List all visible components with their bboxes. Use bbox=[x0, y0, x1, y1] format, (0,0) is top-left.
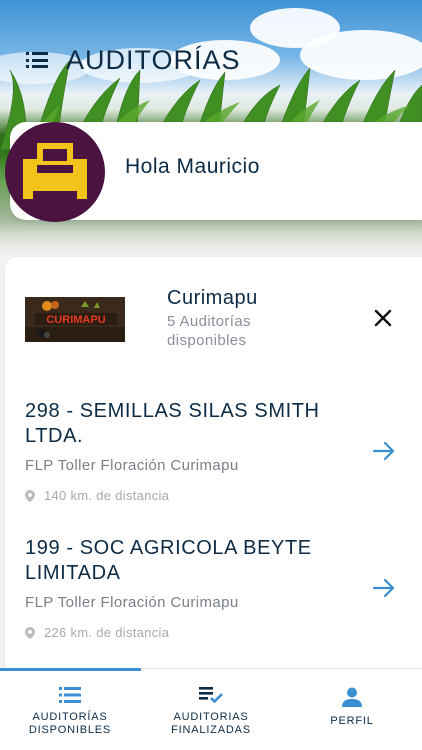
person-icon bbox=[342, 687, 362, 707]
menu-list-icon[interactable] bbox=[26, 52, 48, 68]
arrow-right-icon[interactable] bbox=[372, 441, 396, 461]
available-count: 5 Auditorías disponibles bbox=[167, 313, 252, 349]
page-title: AUDITORÍAS bbox=[66, 44, 241, 75]
company-logo: CURIMAPU bbox=[25, 297, 125, 342]
audit-description: FLP Toller Floración Curimapu bbox=[25, 594, 239, 611]
audit-distance: 226 km. de distancia bbox=[25, 625, 405, 640]
company-name: Curimapu bbox=[167, 287, 258, 309]
close-button[interactable] bbox=[372, 307, 394, 329]
top-bar: AUDITORÍAS bbox=[0, 38, 422, 82]
distance-text: 140 km. de distancia bbox=[44, 488, 170, 503]
tab-label: AUDITORÍAS DISPONIBLES bbox=[28, 711, 112, 736]
audit-distance: 140 km. de distancia bbox=[25, 488, 405, 503]
avatar[interactable] bbox=[5, 122, 105, 222]
tab-auditorias-disponibles[interactable]: AUDITORÍAS DISPONIBLES bbox=[0, 687, 140, 737]
app-screen: AUDITORÍAS Hola Mauricio CURIMAPU Curima… bbox=[0, 0, 422, 750]
list-icon bbox=[59, 687, 81, 703]
tab-label: AUDITORIAS FINALIZADAS bbox=[171, 711, 251, 736]
sofa-icon bbox=[23, 143, 87, 199]
tab-label: PERFIL bbox=[330, 715, 374, 727]
location-pin-icon bbox=[25, 626, 35, 639]
greeting-text: Hola Mauricio bbox=[125, 155, 260, 178]
location-pin-icon bbox=[25, 489, 35, 502]
audit-title: 298 - SEMILLAS SILAS SMITH LTDA. bbox=[25, 400, 320, 447]
arrow-right-icon[interactable] bbox=[372, 578, 396, 598]
audit-list-item[interactable]: 199 - SOC AGRICOLA BEYTE LIMITADA FLP To… bbox=[25, 536, 405, 640]
active-tab-indicator bbox=[0, 668, 141, 671]
audit-title: 199 - SOC AGRICOLA BEYTE LIMITADA bbox=[25, 537, 312, 584]
tab-auditorias-finalizadas[interactable]: AUDITORIAS FINALIZADAS bbox=[141, 687, 281, 737]
checklist-icon bbox=[199, 687, 223, 703]
company-logo-text: CURIMAPU bbox=[46, 314, 105, 326]
distance-text: 226 km. de distancia bbox=[44, 625, 170, 640]
audit-list-item[interactable]: 298 - SEMILLAS SILAS SMITH LTDA. FLP Tol… bbox=[25, 399, 405, 503]
close-icon bbox=[374, 309, 392, 327]
audit-description: FLP Toller Floración Curimapu bbox=[25, 457, 239, 474]
tab-perfil[interactable]: PERFIL bbox=[282, 687, 422, 728]
